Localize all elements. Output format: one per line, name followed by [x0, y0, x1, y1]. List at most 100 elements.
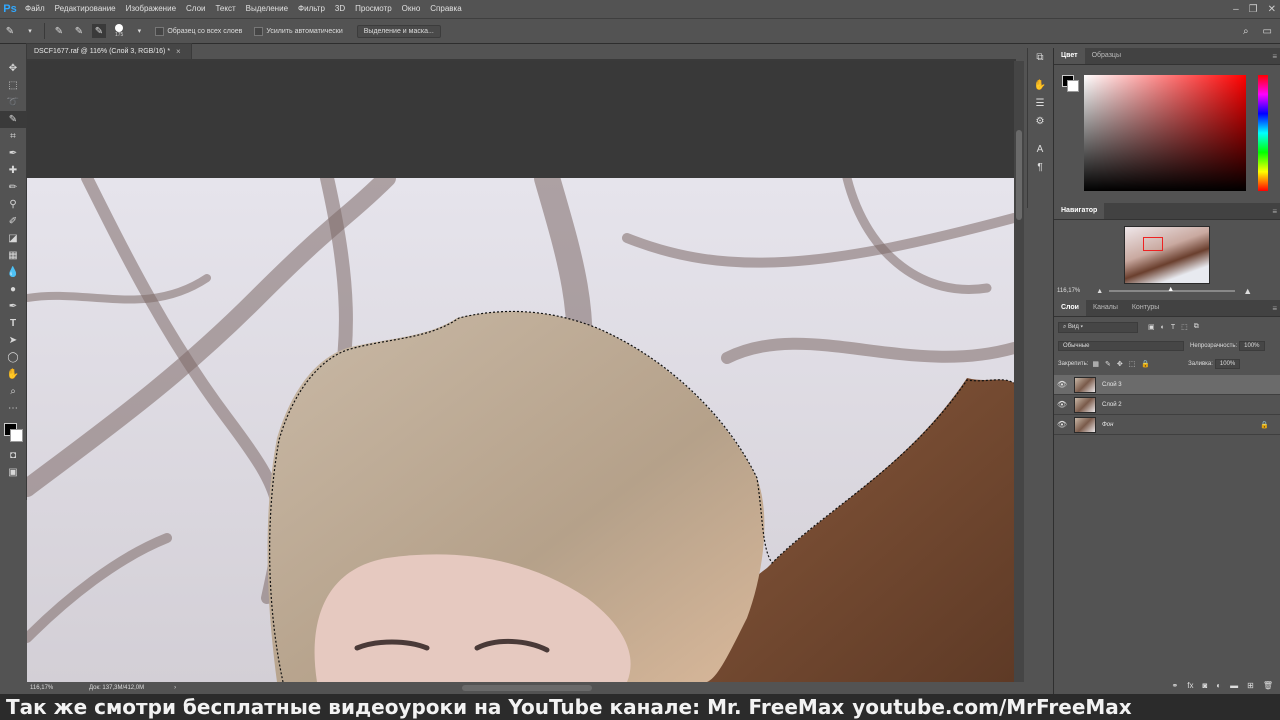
zoom-slider[interactable]: ▲ [1109, 286, 1236, 293]
brush-dropdown-icon[interactable]: ▾ [132, 24, 146, 38]
close-tab-icon[interactable]: × [176, 47, 181, 56]
hand-tool-icon[interactable]: ✋ [0, 366, 26, 383]
brush-tool-icon[interactable]: ✏ [0, 179, 26, 196]
quick-selection-tool-icon[interactable]: ✎ [0, 111, 26, 128]
quick-mask-icon[interactable]: ◘ [0, 447, 26, 464]
zoom-tool-icon[interactable]: ⌕ [0, 383, 26, 400]
panel-menu-icon[interactable]: ≡ [1272, 207, 1277, 216]
filter-type-icon[interactable]: T [1171, 324, 1175, 331]
more-tools-icon[interactable]: ⋯ [0, 400, 26, 417]
vertical-scroll-thumb[interactable] [1016, 130, 1022, 220]
delete-layer-icon[interactable]: 🗑 [1263, 681, 1273, 690]
navigator-zoom[interactable]: 116,17% [1057, 288, 1080, 294]
paragraph-panel-icon[interactable]: ¶ [1028, 158, 1052, 176]
link-layers-icon[interactable]: ⚭ [1172, 681, 1179, 690]
sample-all-layers-checkbox[interactable]: Образец со всех слоев [155, 26, 242, 36]
kind-filter-select[interactable]: ⌕ Вид ▾ [1058, 321, 1138, 333]
minimize-icon[interactable]: – [1233, 4, 1239, 15]
tab-swatches[interactable]: Образцы [1085, 48, 1128, 64]
background-color-icon[interactable] [10, 429, 23, 442]
add-mask-icon[interactable]: ◙ [1202, 681, 1207, 690]
workspace-icon[interactable]: ▭ [1263, 26, 1272, 37]
actions-panel-icon[interactable]: ✋ [1028, 76, 1052, 94]
navigator-view-box[interactable] [1143, 237, 1163, 251]
zoom-level[interactable]: 116,17% [27, 685, 85, 691]
filter-pixel-icon[interactable]: ▣ [1148, 323, 1155, 331]
ellipse-tool-icon[interactable]: ◯ [0, 349, 26, 366]
tab-color[interactable]: Цвет [1054, 48, 1085, 64]
panel-menu-icon[interactable]: ≡ [1272, 304, 1277, 313]
search-icon[interactable]: ⌕ [1243, 26, 1249, 37]
pasteboard[interactable] [27, 61, 1014, 178]
zoom-in-icon[interactable]: ▲ [1243, 286, 1252, 296]
status-menu-icon[interactable]: › [174, 685, 176, 691]
add-to-selection-icon[interactable]: ✎ [72, 24, 86, 38]
eye-icon[interactable]: 👁 [1054, 400, 1070, 409]
layer-row[interactable]: 👁 Фон 🔒 [1054, 415, 1280, 435]
move-tool-icon[interactable]: ✥ [0, 60, 26, 77]
color-field[interactable] [1084, 75, 1246, 191]
lock-artboard-icon[interactable]: ⬚ [1129, 360, 1136, 368]
brush-picker[interactable]: 175 [115, 24, 123, 38]
crop-tool-icon[interactable]: ⌗ [0, 128, 26, 145]
document-tab[interactable]: DSCF1677.raf @ 116% (Слой 3, RGB/16) * × [26, 43, 192, 59]
menu-select[interactable]: Выделение [241, 0, 293, 18]
menu-help[interactable]: Справка [425, 0, 466, 18]
select-and-mask-button[interactable]: Выделение и маска... [356, 24, 441, 38]
tab-channels[interactable]: Каналы [1086, 300, 1125, 316]
tab-layers[interactable]: Слои [1054, 300, 1086, 316]
type-tool-icon[interactable]: T [0, 315, 26, 332]
lock-pixels-icon[interactable]: ✎ [1105, 360, 1111, 368]
menu-filter[interactable]: Фильтр [293, 0, 330, 18]
filter-adjustment-icon[interactable]: ◐ [1161, 324, 1165, 331]
layer-row[interactable]: 👁 Слой 2 [1054, 395, 1280, 415]
lock-position-icon[interactable]: ✥ [1117, 360, 1123, 368]
properties-panel-icon[interactable]: ⚙ [1028, 112, 1052, 130]
navigator-thumbnail[interactable] [1124, 226, 1210, 284]
color-swatches[interactable] [0, 417, 26, 447]
new-selection-icon[interactable]: ✎ [52, 24, 66, 38]
horizontal-scroll-thumb[interactable] [462, 685, 592, 691]
blur-tool-icon[interactable]: 💧 [0, 264, 26, 281]
marquee-tool-icon[interactable]: ⬚ [0, 77, 26, 94]
character-panel-icon[interactable]: A [1028, 140, 1052, 158]
layer-row[interactable]: 👁 Слой 3 [1054, 375, 1280, 395]
new-group-icon[interactable]: ▬ [1230, 681, 1238, 690]
zoom-out-icon[interactable]: ▲ [1096, 288, 1103, 295]
menu-file[interactable]: Файл [20, 0, 50, 18]
blend-mode-select[interactable]: Обычные [1058, 341, 1184, 351]
maximize-icon[interactable]: ❐ [1249, 4, 1258, 15]
tool-preset-dropdown-icon[interactable]: ▾ [23, 24, 37, 38]
history-panel-icon[interactable]: ⧉ [1028, 48, 1052, 66]
lasso-tool-icon[interactable]: ➰ [0, 94, 26, 111]
subtract-from-selection-icon[interactable]: ✎ [92, 24, 106, 38]
eye-icon[interactable]: 👁 [1054, 420, 1070, 429]
menu-image[interactable]: Изображение [121, 0, 181, 18]
background-color-icon[interactable] [1067, 80, 1079, 92]
pen-tool-icon[interactable]: ✒ [0, 298, 26, 315]
menu-view[interactable]: Просмотр [350, 0, 397, 18]
adjustment-layer-icon[interactable]: ◐ [1216, 681, 1221, 690]
new-layer-icon[interactable]: ⊞ [1247, 681, 1254, 690]
eyedropper-tool-icon[interactable]: ✒ [0, 145, 26, 162]
auto-enhance-checkbox[interactable]: Усилить автоматически [254, 26, 343, 36]
tab-paths[interactable]: Контуры [1125, 300, 1166, 316]
menu-3d[interactable]: 3D [330, 0, 350, 18]
menu-type[interactable]: Текст [210, 0, 240, 18]
eraser-tool-icon[interactable]: ◪ [0, 230, 26, 247]
gradient-tool-icon[interactable]: ▦ [0, 247, 26, 264]
history-brush-tool-icon[interactable]: ✐ [0, 213, 26, 230]
lock-transparent-icon[interactable]: ▦ [1092, 360, 1099, 368]
quick-selection-tool-icon[interactable]: ✎ [3, 24, 17, 38]
adjustments-panel-icon[interactable]: ☰ [1028, 94, 1052, 112]
fill-input[interactable]: 100% [1214, 359, 1241, 369]
menu-layers[interactable]: Слои [181, 0, 210, 18]
image-canvas[interactable] [27, 178, 1014, 682]
opacity-input[interactable]: 100% [1239, 341, 1265, 351]
dodge-tool-icon[interactable]: ● [0, 281, 26, 298]
panel-menu-icon[interactable]: ≡ [1272, 52, 1277, 61]
menu-window[interactable]: Окно [397, 0, 426, 18]
filter-shape-icon[interactable]: ⬚ [1181, 323, 1188, 331]
eye-icon[interactable]: 👁 [1054, 380, 1070, 389]
clone-stamp-tool-icon[interactable]: ⚲ [0, 196, 26, 213]
